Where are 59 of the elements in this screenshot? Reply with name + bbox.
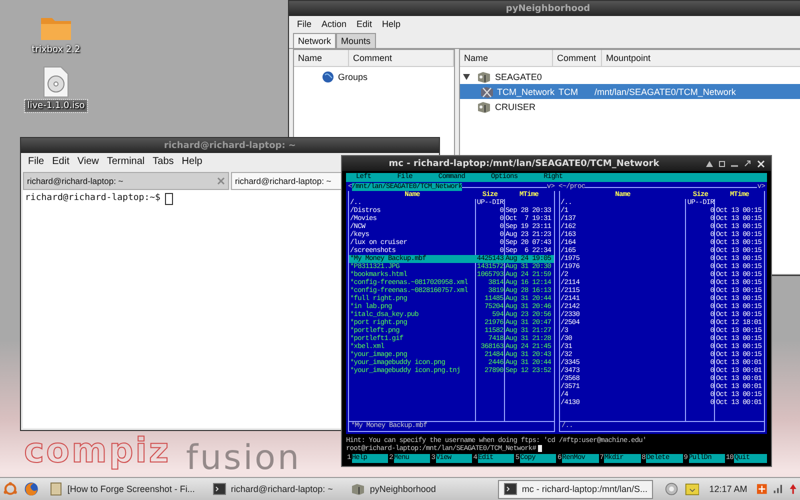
tree-item[interactable]: Groups xyxy=(338,72,368,82)
tree-item[interactable]: CRUISER xyxy=(495,102,536,112)
menu-item[interactable]: Help xyxy=(378,18,405,30)
expander-triangle-icon[interactable] xyxy=(463,74,470,80)
network-share-icon xyxy=(480,86,494,98)
text-cursor xyxy=(538,445,542,452)
window-title: richard@richard-laptop: ~ xyxy=(164,140,296,150)
maximize-icon xyxy=(744,160,751,167)
menu-item[interactable]: Tabs xyxy=(150,156,177,167)
menu-item[interactable]: File xyxy=(293,18,316,30)
desktop-icon-label[interactable]: live-1.1.0.iso xyxy=(25,100,87,112)
close-icon xyxy=(757,160,765,168)
column-header[interactable]: Name xyxy=(294,50,349,66)
globe-icon xyxy=(322,70,334,82)
taskbar-button[interactable]: richard@richard-laptop: ~ xyxy=(206,480,339,498)
table-cell-text: TCM xyxy=(558,86,580,96)
taskbar-button[interactable]: mc - richard-laptop:/mnt/lan/S... xyxy=(498,480,654,498)
disc-file-icon xyxy=(42,66,69,98)
text-cursor xyxy=(165,193,174,205)
server-icon xyxy=(477,100,491,112)
menu-item[interactable]: Edit xyxy=(352,18,376,30)
column-header[interactable]: Comment xyxy=(349,50,454,66)
menu-item[interactable]: File xyxy=(25,156,48,167)
column-header[interactable]: Comment xyxy=(553,50,602,66)
tab[interactable]: richard@richard-laptop: ~ xyxy=(23,172,229,190)
server-icon xyxy=(350,483,365,495)
globe-icon xyxy=(24,480,38,498)
table-cell: /mnt/lan/SEAGATE0/TCM_Network xyxy=(594,86,736,96)
disc-icon xyxy=(665,481,679,497)
column-header[interactable]: Name xyxy=(460,50,553,66)
menu-item[interactable]: Help xyxy=(178,156,206,167)
server-icon xyxy=(477,70,491,82)
window-title: mc - richard-laptop:/mnt/lan/SEAGATE0/TCM_Network xyxy=(388,158,660,168)
window-title: pyNeighborhood xyxy=(506,4,590,14)
taskbar-button[interactable]: [How to Forge Screenshot - Fi... xyxy=(44,480,201,498)
tree-item[interactable]: SEAGATE0 xyxy=(495,72,542,82)
menu-item[interactable]: Edit xyxy=(49,156,72,167)
wallpaper-logo-text: compiz xyxy=(24,434,171,468)
signal-icon xyxy=(773,483,783,495)
box-icon xyxy=(684,481,700,497)
circle-logo-icon xyxy=(3,480,18,498)
menu-item[interactable]: Action xyxy=(318,18,351,30)
menu-item[interactable]: View xyxy=(74,156,102,167)
arrow-icon xyxy=(788,482,797,496)
terminal-icon xyxy=(504,483,517,495)
terminal-prompt: richard@richard-laptop:~$ xyxy=(25,193,160,203)
square-icon xyxy=(719,160,725,166)
tab[interactable]: Mounts xyxy=(336,33,376,48)
triangle-icon xyxy=(706,160,713,166)
page-icon xyxy=(50,482,62,496)
terminal-icon xyxy=(212,483,226,495)
tree-item[interactable]: TCM_Network xyxy=(494,86,555,96)
wallpaper-logo-text: fusion xyxy=(186,441,302,475)
column-header[interactable]: Mountpoint xyxy=(602,50,800,66)
menu-item[interactable]: Terminal xyxy=(104,156,148,167)
tab[interactable]: Network xyxy=(293,33,336,48)
clock: 12:17 AM xyxy=(708,484,748,494)
close-icon xyxy=(217,177,225,185)
taskbar-button[interactable]: pyNeighborhood xyxy=(344,480,442,498)
